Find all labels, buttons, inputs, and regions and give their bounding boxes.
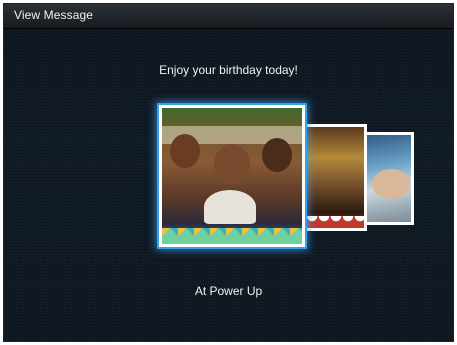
photo-thumbnail-2[interactable] xyxy=(303,124,367,231)
photo-decoration xyxy=(306,216,364,228)
photo-person xyxy=(262,138,292,172)
birthday-cake xyxy=(204,190,256,224)
photo-person xyxy=(214,144,250,184)
message-view-screen: View Message Enjoy your birthday today! … xyxy=(3,3,454,342)
photo-thumbnail-3[interactable] xyxy=(361,132,414,225)
photo-subject xyxy=(372,169,410,199)
photo-decoration xyxy=(162,228,302,244)
photo-thumbnail-selected[interactable] xyxy=(159,105,305,247)
schedule-caption: At Power Up xyxy=(194,284,263,298)
photo-person xyxy=(170,134,200,168)
